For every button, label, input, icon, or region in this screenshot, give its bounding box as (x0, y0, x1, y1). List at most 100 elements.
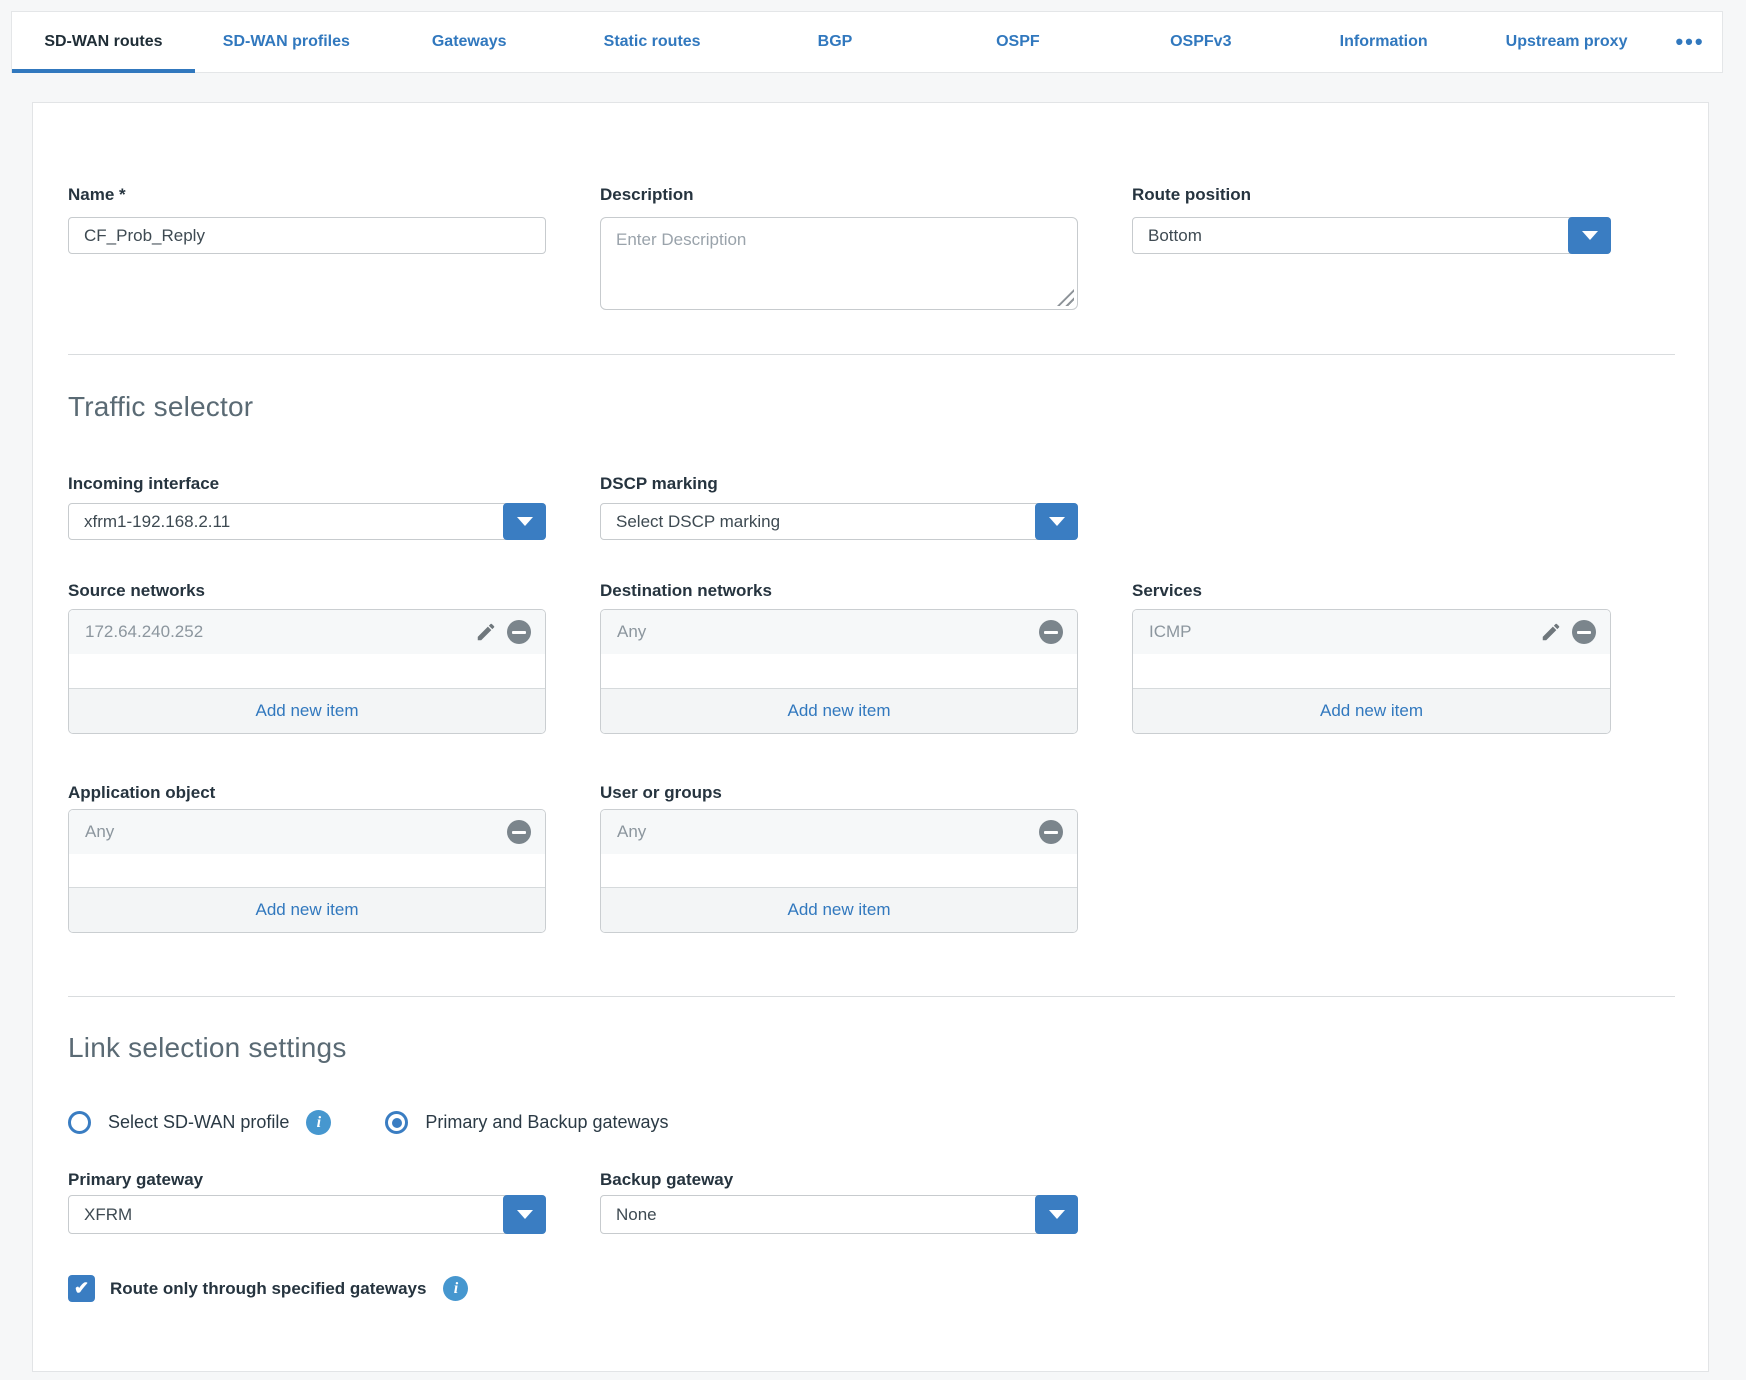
gateways-row: Primary gateway XFRM Backup gateway None (68, 1169, 1675, 1234)
tab-label: Gateways (432, 33, 507, 51)
backup-gateway-label: Backup gateway (600, 1169, 1078, 1190)
application-object-label: Application object (68, 782, 546, 803)
tab-label: OSPFv3 (1170, 33, 1231, 51)
source-networks-field-group: Source networks 172.64.240.252 Add new i… (68, 580, 546, 734)
dscp-marking-select[interactable]: Select DSCP marking (600, 503, 1078, 540)
tab-sd-wan-routes[interactable]: SD-WAN routes (12, 12, 195, 72)
incoming-interface-label: Incoming interface (68, 473, 546, 494)
tab-label: SD-WAN routes (44, 33, 162, 51)
dscp-marking-dropdown-button[interactable] (1035, 503, 1078, 540)
list-spacer (69, 854, 545, 887)
incoming-interface-dropdown-button[interactable] (503, 503, 546, 540)
list-item-value: Any (617, 822, 1039, 842)
incoming-interface-select[interactable]: xfrm1-192.168.2.11 (68, 503, 546, 540)
name-label: Name * (68, 184, 546, 205)
description-field-group: Description (600, 184, 1078, 310)
tab-label: Upstream proxy (1506, 33, 1628, 51)
remove-icon[interactable] (507, 620, 531, 644)
edit-icon[interactable] (1539, 620, 1563, 644)
list-spacer (601, 854, 1077, 887)
tab-bgp[interactable]: BGP (744, 12, 927, 72)
route-position-value: Bottom (1133, 226, 1202, 246)
add-new-item-button[interactable]: Add new item (601, 688, 1077, 733)
traffic-selects-row: Incoming interface xfrm1-192.168.2.11 DS… (68, 473, 1675, 540)
route-position-select[interactable]: Bottom (1132, 217, 1611, 254)
source-networks-listbox: 172.64.240.252 Add new item (68, 609, 546, 734)
description-textarea[interactable] (600, 217, 1078, 310)
dscp-marking-value: Select DSCP marking (601, 512, 780, 532)
backup-gateway-field-group: Backup gateway None (600, 1169, 1078, 1234)
destination-networks-listbox: Any Add new item (600, 609, 1078, 734)
list-spacer (1133, 654, 1610, 688)
user-or-groups-field-group: User or groups Any Add new item (600, 782, 1078, 933)
remove-icon[interactable] (1572, 620, 1596, 644)
sd-wan-routes-page: SD-WAN routes SD-WAN profiles Gateways S… (0, 0, 1746, 1380)
remove-icon[interactable] (507, 820, 531, 844)
primary-gateway-label: Primary gateway (68, 1169, 546, 1190)
dscp-marking-label: DSCP marking (600, 473, 1078, 494)
add-new-item-button[interactable]: Add new item (69, 887, 545, 932)
route-only-checkbox[interactable]: ✔ (68, 1275, 95, 1302)
services-listbox: ICMP Add new item (1132, 609, 1611, 734)
list-item-value: Any (85, 822, 507, 842)
chevron-down-icon (1049, 517, 1065, 526)
add-new-item-button[interactable]: Add new item (69, 688, 545, 733)
general-settings-row: Name * Description Route position Bottom (68, 184, 1675, 310)
tab-static-routes[interactable]: Static routes (561, 12, 744, 72)
list-item: Any (601, 810, 1077, 854)
select-sd-wan-profile-radio[interactable]: Select SD-WAN profile i (68, 1110, 331, 1135)
section-divider (68, 996, 1675, 997)
user-or-groups-listbox: Any Add new item (600, 809, 1078, 933)
route-only-checkbox-row: ✔ Route only through specified gateways … (68, 1275, 1675, 1302)
tab-bar: SD-WAN routes SD-WAN profiles Gateways S… (11, 11, 1723, 73)
tab-sd-wan-profiles[interactable]: SD-WAN profiles (195, 12, 378, 72)
services-field-group: Services ICMP Add new item (1132, 580, 1611, 734)
tab-label: Information (1340, 33, 1428, 51)
primary-gateway-field-group: Primary gateway XFRM (68, 1169, 546, 1234)
remove-icon[interactable] (1039, 620, 1063, 644)
tab-information[interactable]: Information (1292, 12, 1475, 72)
traffic-selector-heading: Traffic selector (68, 390, 1675, 424)
more-tabs-button[interactable]: ••• (1658, 12, 1722, 72)
name-input[interactable] (68, 217, 546, 254)
tab-label: BGP (818, 33, 853, 51)
radio-label: Primary and Backup gateways (425, 1112, 668, 1133)
tab-gateways[interactable]: Gateways (378, 12, 561, 72)
info-icon[interactable]: i (443, 1276, 468, 1301)
dscp-marking-field-group: DSCP marking Select DSCP marking (600, 473, 1078, 540)
tab-ospfv3[interactable]: OSPFv3 (1109, 12, 1292, 72)
remove-icon[interactable] (1039, 820, 1063, 844)
link-selection-radio-row: Select SD-WAN profile i Primary and Back… (68, 1110, 1675, 1135)
tab-label: SD-WAN profiles (223, 33, 350, 51)
primary-gateway-dropdown-button[interactable] (503, 1195, 546, 1234)
tab-upstream-proxy[interactable]: Upstream proxy (1475, 12, 1658, 72)
add-new-item-button[interactable]: Add new item (601, 887, 1077, 932)
list-item: Any (69, 810, 545, 854)
backup-gateway-value: None (601, 1205, 657, 1225)
incoming-interface-field-group: Incoming interface xfrm1-192.168.2.11 (68, 473, 546, 540)
route-position-dropdown-button[interactable] (1568, 217, 1611, 254)
primary-gateway-value: XFRM (69, 1205, 132, 1225)
description-label: Description (600, 184, 1078, 205)
services-label: Services (1132, 580, 1611, 601)
application-object-listbox: Any Add new item (68, 809, 546, 933)
backup-gateway-select[interactable]: None (600, 1195, 1078, 1234)
user-or-groups-label: User or groups (600, 782, 1078, 803)
primary-backup-gateways-radio[interactable]: Primary and Backup gateways (385, 1111, 668, 1134)
tab-label: Static routes (604, 33, 701, 51)
radio-selected-icon[interactable] (385, 1111, 408, 1134)
primary-gateway-select[interactable]: XFRM (68, 1195, 546, 1234)
ellipsis-icon: ••• (1675, 37, 1704, 47)
route-position-field-group: Route position Bottom (1132, 184, 1611, 310)
list-spacer (601, 654, 1077, 688)
add-new-item-button[interactable]: Add new item (1133, 688, 1610, 733)
source-networks-label: Source networks (68, 580, 546, 601)
radio-unselected-icon[interactable] (68, 1111, 91, 1134)
edit-icon[interactable] (474, 620, 498, 644)
chevron-down-icon (1049, 1210, 1065, 1219)
chevron-down-icon (517, 1210, 533, 1219)
backup-gateway-dropdown-button[interactable] (1035, 1195, 1078, 1234)
section-divider (68, 354, 1675, 355)
info-icon[interactable]: i (306, 1110, 331, 1135)
tab-ospf[interactable]: OSPF (926, 12, 1109, 72)
